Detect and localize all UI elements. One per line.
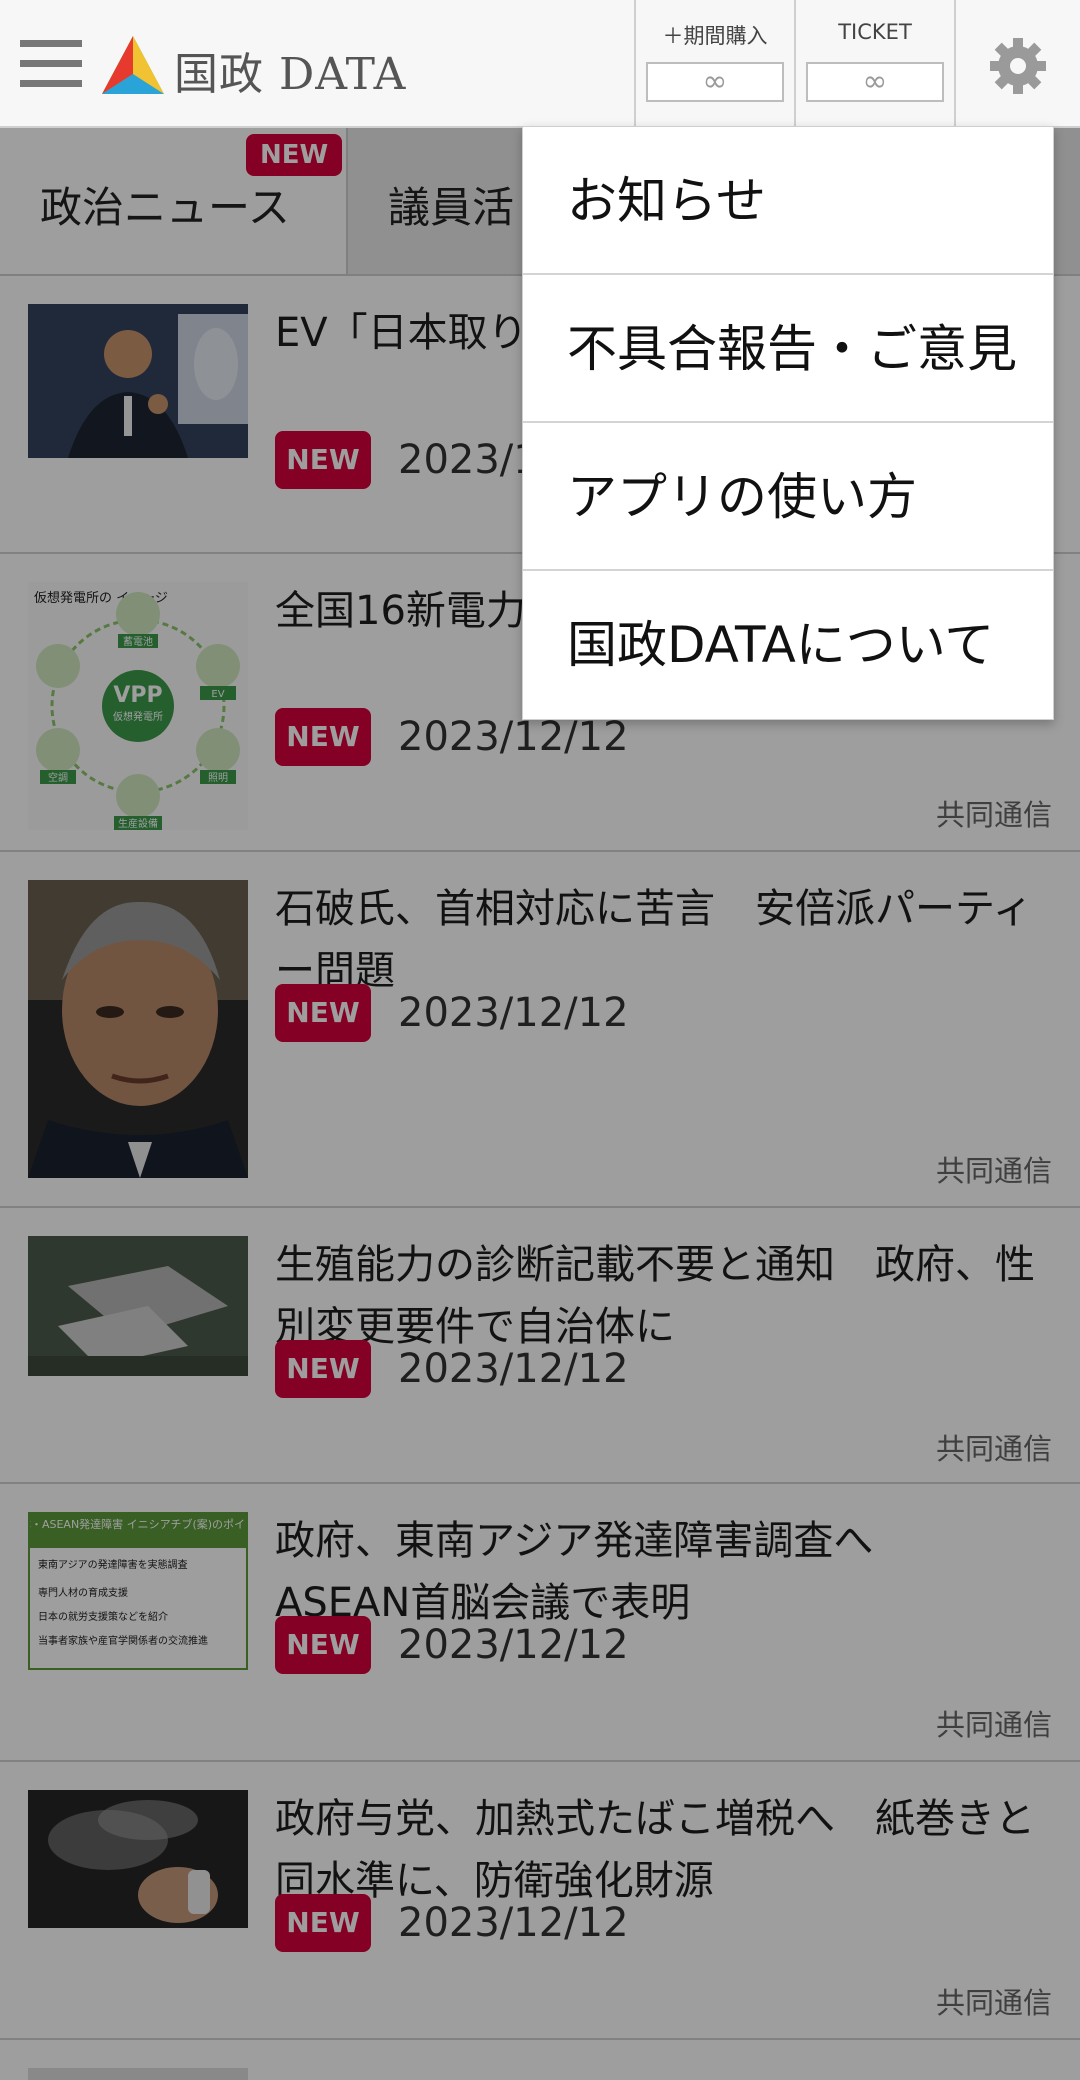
logo-icon [102, 36, 164, 94]
period-purchase-button[interactable]: ＋期間購入 ∞ [634, 0, 794, 126]
app-screen: 国政 DATA ＋期間購入 ∞ TICKET ∞ 政治ニュース NEW 議員活 … [0, 0, 1080, 2080]
logo-text: 国政 DATA [174, 49, 407, 100]
period-purchase-label: ＋期間購入 [662, 24, 768, 48]
app-header: 国政 DATA ＋期間購入 ∞ TICKET ∞ [0, 0, 1080, 128]
menu-icon[interactable] [20, 40, 84, 88]
ticket-button[interactable]: TICKET ∞ [794, 0, 954, 126]
menu-item-notices[interactable]: お知らせ [523, 127, 1053, 275]
menu-item-how-to-use[interactable]: アプリの使い方 [523, 423, 1053, 571]
ticket-value: ∞ [806, 62, 944, 102]
ticket-label: TICKET [838, 20, 912, 44]
settings-dropdown-menu: お知らせ 不具合報告・ご意見 アプリの使い方 国政DATAについて [522, 126, 1054, 720]
gear-icon[interactable] [988, 36, 1048, 96]
menu-item-bug-report[interactable]: 不具合報告・ご意見 [523, 275, 1053, 423]
period-purchase-value: ∞ [646, 62, 784, 102]
menu-item-about[interactable]: 国政DATAについて [523, 571, 1053, 719]
